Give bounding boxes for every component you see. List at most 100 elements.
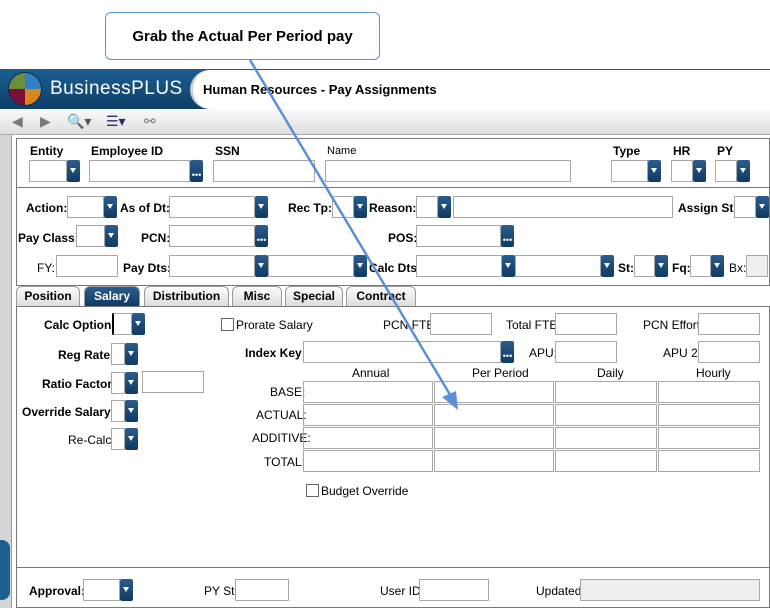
- calc-dts-end-dropdown-icon[interactable]: [601, 255, 614, 277]
- actual-hourly-field[interactable]: [658, 404, 760, 426]
- forward-arrow-icon[interactable]: ▶: [40, 113, 51, 130]
- ratio-factor-dropdown-icon[interactable]: [125, 372, 138, 394]
- reason-description-field[interactable]: [453, 196, 673, 218]
- rec-tp-field[interactable]: [332, 196, 354, 218]
- rec-tp-label: Rec Tp:: [288, 201, 333, 215]
- employee-id-lookup-icon[interactable]: •••: [190, 160, 203, 182]
- fy-field[interactable]: [56, 255, 118, 277]
- additive-hourly-field[interactable]: [658, 427, 760, 449]
- override-salary-field[interactable]: [111, 400, 125, 422]
- pcn-lookup-icon[interactable]: •••: [255, 225, 268, 247]
- tab-misc[interactable]: Misc: [232, 286, 282, 306]
- index-key-lookup-icon[interactable]: •••: [501, 341, 514, 363]
- base-hourly-field[interactable]: [658, 381, 760, 403]
- hr-field[interactable]: [671, 160, 693, 182]
- additive-annual-field[interactable]: [303, 427, 433, 449]
- menu-icon[interactable]: ☰▾: [106, 113, 126, 130]
- base-daily-field[interactable]: [555, 381, 657, 403]
- st-dropdown-icon[interactable]: [655, 255, 668, 277]
- name-field[interactable]: [325, 160, 571, 182]
- base-annual-field[interactable]: [303, 381, 433, 403]
- pay-dts-end-field[interactable]: [268, 255, 354, 277]
- entity-dropdown-icon[interactable]: [67, 160, 80, 182]
- ratio-factor-code-field[interactable]: [111, 372, 125, 394]
- total-annual-field[interactable]: [303, 450, 433, 472]
- actual-daily-field[interactable]: [555, 404, 657, 426]
- re-calc-field[interactable]: [111, 428, 125, 450]
- calc-dts-end-field[interactable]: [515, 255, 601, 277]
- assign-st-dropdown-icon[interactable]: [756, 196, 769, 218]
- calc-dts-start-field[interactable]: [416, 255, 502, 277]
- left-sidebar-handle[interactable]: [0, 135, 12, 608]
- type-dropdown-icon[interactable]: [648, 160, 661, 182]
- tab-contract[interactable]: Contract: [346, 286, 416, 306]
- total-per-period-field[interactable]: [434, 450, 554, 472]
- reason-dropdown-icon[interactable]: [438, 196, 451, 218]
- py-field[interactable]: [715, 160, 737, 182]
- hr-dropdown-icon[interactable]: [693, 160, 706, 182]
- additive-per-period-field[interactable]: [434, 427, 554, 449]
- employee-id-field[interactable]: [89, 160, 190, 182]
- approval-label: Approval:: [29, 584, 86, 598]
- additive-daily-field[interactable]: [555, 427, 657, 449]
- apu-field[interactable]: [555, 341, 617, 363]
- fq-dropdown-icon[interactable]: [711, 255, 724, 277]
- py-dropdown-icon[interactable]: [737, 160, 750, 182]
- pay-dts-end-dropdown-icon[interactable]: [354, 255, 367, 277]
- actual-annual-field[interactable]: [303, 404, 433, 426]
- reg-rate-field[interactable]: [111, 343, 125, 365]
- pcn-fte-field[interactable]: [430, 313, 492, 335]
- reg-rate-dropdown-icon[interactable]: [125, 343, 138, 365]
- pos-field[interactable]: [416, 225, 501, 247]
- total-hourly-field[interactable]: [658, 450, 760, 472]
- budget-override-checkbox[interactable]: [306, 484, 319, 497]
- st-field[interactable]: [634, 255, 655, 277]
- pcn-effort-field[interactable]: [698, 313, 760, 335]
- base-per-period-field[interactable]: [434, 381, 554, 403]
- override-salary-dropdown-icon[interactable]: [125, 400, 138, 422]
- tab-salary[interactable]: Salary: [84, 286, 140, 306]
- action-field[interactable]: [67, 196, 104, 218]
- back-arrow-icon[interactable]: ◀: [12, 113, 23, 130]
- rec-tp-dropdown-icon[interactable]: [354, 196, 367, 218]
- pay-dts-start-dropdown-icon[interactable]: [255, 255, 268, 277]
- index-key-field[interactable]: [303, 341, 501, 363]
- ratio-factor-value-field[interactable]: [142, 371, 204, 393]
- calc-option-dropdown-icon[interactable]: [132, 313, 145, 335]
- entity-field[interactable]: [29, 160, 67, 182]
- approval-dropdown-icon[interactable]: [120, 579, 133, 601]
- prorate-salary-checkbox[interactable]: [221, 318, 234, 331]
- fq-field[interactable]: [690, 255, 711, 277]
- user-id-field[interactable]: [419, 579, 489, 601]
- as-of-dt-dropdown-icon[interactable]: [255, 196, 268, 218]
- action-dropdown-icon[interactable]: [104, 196, 117, 218]
- link-icon[interactable]: ⚯: [144, 113, 156, 130]
- tab-special[interactable]: Special: [285, 286, 343, 306]
- pcn-field[interactable]: [169, 225, 255, 247]
- py-st-field[interactable]: [235, 579, 289, 601]
- re-calc-dropdown-icon[interactable]: [125, 428, 138, 450]
- total-fte-field[interactable]: [555, 313, 617, 335]
- pay-class-field[interactable]: [76, 225, 105, 247]
- calc-dts-start-dropdown-icon[interactable]: [502, 255, 515, 277]
- as-of-dt-field[interactable]: [169, 196, 255, 218]
- reason-code-field[interactable]: [416, 196, 438, 218]
- apu2-field[interactable]: [698, 341, 760, 363]
- pay-class-dropdown-icon[interactable]: [105, 225, 118, 247]
- assign-st-field[interactable]: [734, 196, 756, 218]
- businessplus-logo-icon: [8, 72, 42, 106]
- type-field[interactable]: [611, 160, 648, 182]
- py-st-label: PY St:: [204, 584, 238, 598]
- sidebar-toggle[interactable]: [0, 540, 10, 600]
- total-daily-field[interactable]: [555, 450, 657, 472]
- pay-dts-start-field[interactable]: [169, 255, 255, 277]
- tab-position[interactable]: Position: [16, 286, 80, 306]
- calc-option-field[interactable]: [112, 313, 132, 335]
- approval-field[interactable]: [83, 579, 120, 601]
- ssn-field[interactable]: [213, 160, 315, 182]
- tab-distribution[interactable]: Distribution: [144, 286, 229, 306]
- pos-lookup-icon[interactable]: •••: [501, 225, 514, 247]
- page-title: Human Resources - Pay Assignments: [203, 82, 437, 97]
- search-icon[interactable]: 🔍▾: [67, 113, 91, 130]
- actual-per-period-field[interactable]: [434, 404, 554, 426]
